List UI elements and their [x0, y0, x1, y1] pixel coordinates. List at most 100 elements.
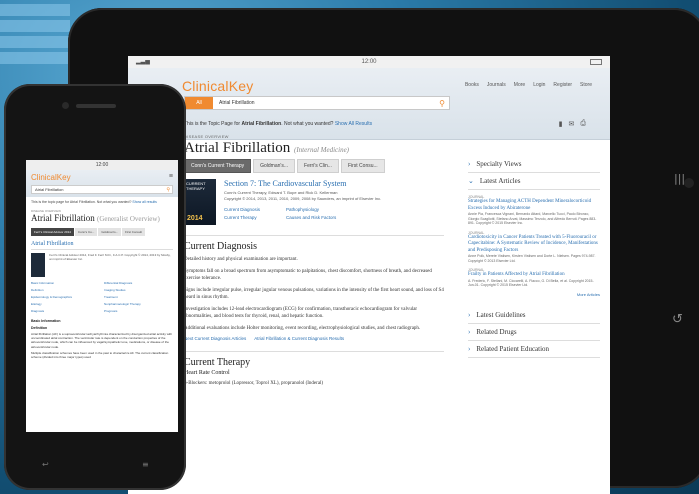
phone-book-info: Ferri's Clinical Advisor 2014, Fred F. F… — [31, 252, 173, 277]
chevron-down-icon: ⌄ — [468, 177, 474, 185]
tab-ferris[interactable]: Ferri's Clin... — [297, 159, 339, 173]
link-diagnosis-results[interactable]: Atrial Fibrillation & Current Diagnosis … — [254, 336, 344, 341]
article-item: JOURNAL Strategies for Managing ACTH Dep… — [468, 195, 600, 226]
show-all-results-link[interactable]: Show All Results — [335, 121, 372, 127]
phone-link[interactable]: Basic Information — [31, 281, 100, 285]
article-item: JOURNAL Cardiotoxicity in Cancer Patient… — [468, 231, 600, 264]
diagnosis-para: Investigation includes 12-lead electroca… — [184, 306, 418, 320]
phone-link[interactable]: Nonpharmacologic Therapy — [104, 302, 173, 306]
source-tabs: Conn's Current Therapy Goldman's... Ferr… — [184, 159, 444, 173]
search-input[interactable]: Atrial Fibrillation — [213, 100, 435, 106]
article-item: JOURNAL Frailty in Patients Affected by … — [468, 268, 600, 288]
link-pathophysiology[interactable]: Pathophysiology — [286, 207, 366, 212]
link-causes-risk-factors[interactable]: Causes and Risk Factors — [286, 215, 366, 220]
tablet-side-button-top-icon[interactable]: ||| — [674, 172, 685, 185]
chevron-right-icon: › — [468, 310, 471, 319]
diagnosis-links: Next Current Diagnosis Articles Atrial F… — [184, 336, 444, 341]
specialty-views-toggle[interactable]: › Specialty Views — [468, 156, 600, 173]
latest-guidelines-toggle[interactable]: › Latest Guidelines — [468, 307, 600, 324]
page-title-sub: (Internal Medicine) — [294, 146, 350, 154]
heart-rate-control-heading: Heart Rate Control — [184, 370, 230, 376]
phone-book-cover[interactable] — [31, 252, 46, 277]
tab-first-consult[interactable]: First Consu... — [340, 159, 385, 173]
signal-icon: ▂▃▅ — [136, 59, 150, 65]
back-icon[interactable]: ↩ — [42, 460, 49, 469]
article-title-link[interactable]: Strategies for Managing ACTH Dependent M… — [468, 199, 600, 212]
phone-link[interactable]: Prognosis — [104, 309, 173, 313]
section-link[interactable]: Section 7: The Cardiovascular System — [224, 179, 381, 188]
toplink-journals[interactable]: Journals — [487, 82, 506, 88]
link-current-diagnosis[interactable]: Current Diagnosis — [224, 207, 286, 212]
article-title-link[interactable]: Cardiotoxicity in Cancer Patients Treate… — [468, 235, 600, 255]
phone-screen: 12:00 ClinicalKey ≡ Atrial Fibrillation … — [26, 160, 178, 432]
chevron-right-icon: › — [468, 327, 471, 336]
phone-search-input[interactable]: Atrial Fibrillation ⚲ — [31, 185, 173, 194]
book-info: CURRENT THERAPY 2014 Section 7: The Card… — [184, 179, 444, 225]
latest-articles-toggle[interactable]: ⌄ Latest Articles — [468, 173, 600, 190]
toplink-login[interactable]: Login — [533, 82, 545, 88]
search-icon[interactable]: ⚲ — [435, 96, 449, 110]
phone-speaker — [76, 104, 116, 108]
chevron-right-icon: › — [468, 160, 471, 168]
right-sidebar: › Specialty Views ⌄ Latest Articles JOURNA… — [468, 156, 600, 358]
phone-definition-heading: Definition — [31, 325, 48, 330]
menu-icon[interactable]: ≡ — [142, 460, 149, 469]
phone-tab-first-consult[interactable]: First Consult — [122, 227, 145, 236]
phone-link[interactable]: Treatment — [104, 295, 173, 299]
section-links: Current Diagnosis Pathophysiology Curren… — [224, 207, 381, 220]
site-logo[interactable]: ClinicalKey — [182, 78, 253, 94]
phone-para: Multiple classification schemes have bee… — [31, 351, 169, 360]
diagnosis-para: Signs include irregular pulse, irregular… — [184, 287, 444, 301]
phone-link[interactable]: Etiology — [31, 302, 100, 306]
tablet-side-button-bottom-icon[interactable]: ↺ — [672, 312, 683, 327]
phone-para: Atrial fibrillation (AF) is a supraventr… — [31, 331, 173, 349]
toplink-store[interactable]: Store — [580, 82, 592, 88]
phone-tab-conns[interactable]: Conn's Cu... — [74, 227, 98, 236]
related-patient-education-toggle[interactable]: › Related Patient Education — [468, 341, 600, 358]
phone-show-all-link[interactable]: Show all results — [132, 200, 157, 204]
search-scope-dropdown[interactable]: All — [185, 97, 213, 109]
phone-tab-goldmans[interactable]: Goldman's... — [98, 227, 122, 236]
toplink-more[interactable]: More — [514, 82, 525, 88]
diagnosis-para: Detailed history and physical examinatio… — [184, 257, 298, 262]
email-icon[interactable]: ✉ — [569, 120, 575, 128]
related-drugs-toggle[interactable]: › Related Drugs — [468, 324, 600, 341]
phone-link[interactable]: Imaging Studies — [104, 288, 173, 292]
phone-book-meta: Ferri's Clinical Advisor 2014, Fred F. F… — [49, 252, 171, 261]
phone-logo[interactable]: ClinicalKey — [31, 173, 173, 182]
tablet-status-time: 12:00 — [361, 59, 377, 65]
print-icon[interactable]: ⎙ — [580, 120, 586, 128]
search-bar: All Atrial Fibrillation ⚲ — [184, 96, 450, 110]
tablet-screen: ▂▃▅ 12:00 ClinicalKey Books Journals Mor… — [128, 56, 610, 494]
phone-status-bar: 12:00 — [26, 160, 178, 170]
tablet-camera — [684, 178, 694, 188]
link-next-diagnosis-articles[interactable]: Next Current Diagnosis Articles — [184, 336, 246, 341]
phone-link[interactable]: Epidemiology & Demographics — [31, 295, 100, 299]
link-current-therapy[interactable]: Current Therapy — [224, 215, 286, 220]
phone-tab-ferris[interactable]: Ferri's Clinical Advisor 2014 — [31, 227, 74, 236]
book-cover[interactable]: CURRENT THERAPY 2014 — [184, 179, 216, 225]
phone-link[interactable]: Differential Diagnosis — [104, 281, 173, 285]
page-tools: ▮ ✉ ⎙ — [559, 120, 586, 128]
page-type: DISEASE OVERVIEW — [184, 134, 229, 139]
bookmark-icon[interactable]: ▮ — [559, 120, 563, 128]
background-stripes — [0, 0, 70, 80]
tablet-status-bar: ▂▃▅ 12:00 — [128, 56, 610, 68]
phone-link[interactable]: Diagnosis — [31, 309, 100, 313]
current-diagnosis-heading: Current Diagnosis — [184, 235, 444, 252]
toplink-register[interactable]: Register — [553, 82, 572, 88]
book-meta: Conn's Current Therapy, Edward T. Bope a… — [224, 190, 382, 201]
page-title: Atrial Fibrillation (Internal Medicine) — [184, 140, 350, 156]
toplink-books[interactable]: Books — [465, 82, 479, 88]
search-icon[interactable]: ⚲ — [166, 186, 170, 194]
tab-conns-current-therapy[interactable]: Conn's Current Therapy — [184, 159, 252, 173]
phone-section-title[interactable]: Atrial Fibrillation — [31, 241, 173, 250]
top-links: Books Journals More Login Register Store — [465, 82, 592, 88]
main-content: DISEASE OVERVIEW Atrial Fibrillation (In… — [184, 134, 444, 388]
tab-goldmans[interactable]: Goldman's... — [253, 159, 296, 173]
hamburger-menu-icon[interactable]: ≡ — [169, 173, 173, 180]
phone-camera — [62, 102, 69, 109]
more-articles-link[interactable]: More Articles — [468, 292, 600, 297]
phone-topic-notice: This is the topic page for Atrial Fibril… — [31, 200, 157, 204]
phone-link[interactable]: Definition — [31, 288, 100, 292]
